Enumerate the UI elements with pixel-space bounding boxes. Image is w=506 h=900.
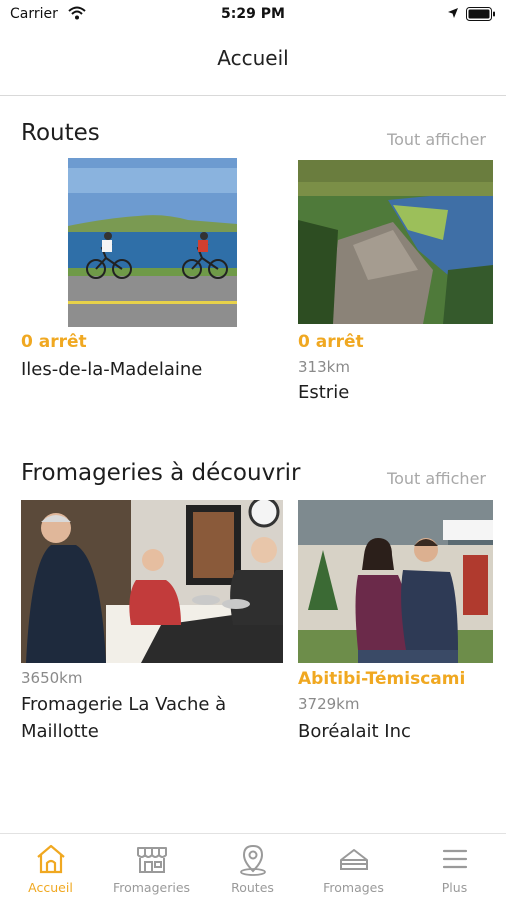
route-name: Iles-de-la-Madelaine — [21, 359, 203, 380]
cheese-icon — [340, 849, 368, 870]
nav-divider — [0, 95, 506, 96]
fromagerie-region: Abitibi-Témiscami — [298, 669, 466, 689]
fromagerie-image-shop-counter — [21, 500, 283, 663]
tab-label: Accueil — [28, 880, 73, 895]
home-icon — [37, 844, 65, 874]
tab-label: Fromages — [323, 880, 384, 895]
fromagerie-image-owners — [298, 500, 493, 663]
battery-icon — [466, 7, 495, 21]
menu-icon — [442, 849, 468, 869]
tab-label: Routes — [231, 880, 274, 895]
route-stop-count: 0 arrêt — [21, 332, 87, 352]
fromagerie-distance: 3650km — [21, 669, 83, 687]
fromageries-see-all-link[interactable]: Tout afficher — [387, 469, 486, 488]
routes-see-all-link[interactable]: Tout afficher — [387, 130, 486, 149]
route-card-iles-de-la-madelaine[interactable]: 0 arrêt Iles-de-la-Madelaine — [21, 158, 261, 388]
route-name: Estrie — [298, 382, 350, 403]
route-card-estrie[interactable]: 0 arrêt 313km Estrie — [298, 158, 506, 408]
tab-accueil[interactable]: Accueil — [0, 834, 101, 900]
route-distance: 313km — [298, 358, 350, 376]
fromagerie-card-borealait[interactable]: Abitibi-Témiscami 3729km Boréalait Inc — [298, 500, 506, 750]
status-time: 5:29 PM — [221, 6, 285, 22]
fromageries-section-title: Fromageries à découvrir — [21, 460, 301, 486]
tab-bar: Accueil Fromageries Routes Fromages Plus — [0, 833, 506, 900]
tab-plus[interactable]: Plus — [404, 834, 505, 900]
fromagerie-distance: 3729km — [298, 695, 360, 713]
route-image-cyclists — [68, 158, 237, 327]
tab-routes[interactable]: Routes — [202, 834, 303, 900]
map-pin-icon — [240, 844, 266, 876]
routes-section-title: Routes — [21, 120, 100, 146]
fromagerie-card-la-vache-a-maillotte[interactable]: 3650km Fromagerie La Vache à Maillotte — [21, 500, 283, 750]
route-image-cliff-lake — [298, 160, 493, 324]
location-arrow-icon — [448, 8, 458, 18]
route-stop-count: 0 arrêt — [298, 332, 364, 352]
page-title: Accueil — [217, 46, 289, 70]
tab-label: Fromageries — [112, 880, 191, 895]
shop-icon — [137, 847, 167, 873]
tab-fromages[interactable]: Fromages — [303, 834, 404, 900]
status-bar: Carrier 5:29 PM — [0, 0, 506, 30]
fromagerie-name: Boréalait Inc — [298, 721, 411, 742]
tab-fromageries[interactable]: Fromageries — [101, 834, 202, 900]
fromagerie-name: Fromagerie La Vache à Maillotte — [21, 694, 227, 742]
tab-label: Plus — [441, 880, 468, 895]
